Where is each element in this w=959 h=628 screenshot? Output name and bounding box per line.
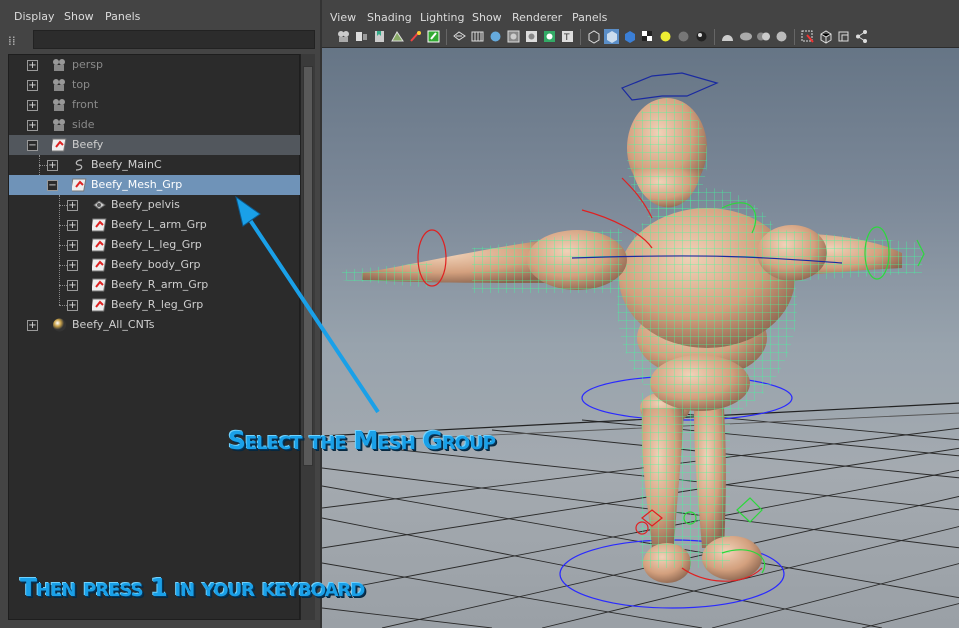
annotation-arrow-icon	[235, 195, 380, 414]
press-1-caption: Then press 1 in your keyboard	[20, 573, 365, 602]
maya-window: Display Show Panels ⁞⁞ + persp + top + f…	[0, 0, 959, 628]
select-mesh-group-caption: Select the Mesh Group	[228, 426, 496, 455]
